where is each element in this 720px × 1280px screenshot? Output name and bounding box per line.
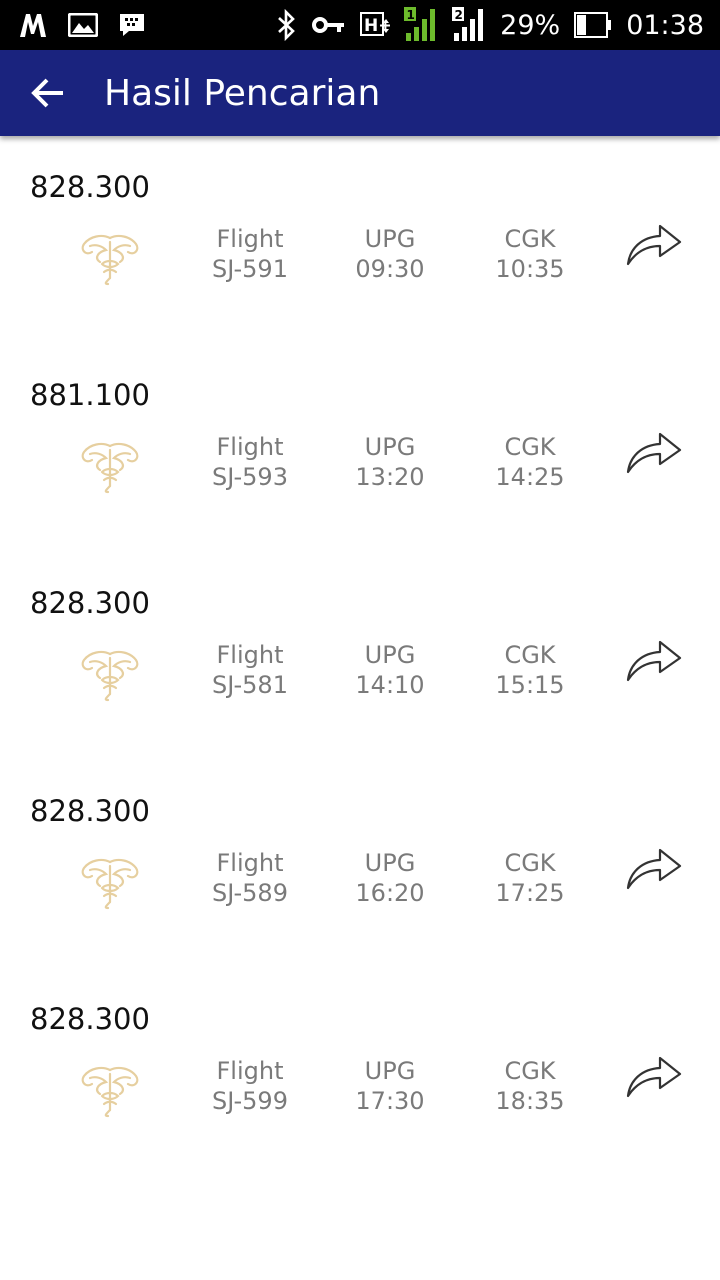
flight-row[interactable]: 828.300 Flight SJ-581 UPG 14:10 CGK 15:1… xyxy=(0,552,720,760)
arrow-left-icon xyxy=(31,78,63,108)
flight-price: 828.300 xyxy=(30,586,150,620)
flight-price: 881.100 xyxy=(30,378,150,412)
select-flight-button[interactable] xyxy=(624,844,684,892)
departure-time: 09:30 xyxy=(355,255,425,283)
airline-logo-icon xyxy=(81,442,139,494)
flight-price: 828.300 xyxy=(30,170,150,204)
flight-number-column: Flight SJ-581 xyxy=(180,640,320,700)
flight-code: SJ-589 xyxy=(212,879,288,907)
flight-row[interactable]: 828.300 Flight SJ-591 UPG 09:30 CGK 10:3… xyxy=(0,136,720,344)
airline-logo-icon xyxy=(81,858,139,910)
arrival-column: CGK 17:25 xyxy=(460,848,600,908)
departure-column: UPG 16:20 xyxy=(320,848,460,908)
origin-airport: UPG xyxy=(364,433,416,461)
flight-label: Flight xyxy=(216,641,284,669)
origin-airport: UPG xyxy=(364,641,416,669)
svg-text:2: 2 xyxy=(455,8,463,22)
departure-column: UPG 17:30 xyxy=(320,1056,460,1116)
svg-text:H+: H+ xyxy=(364,16,390,36)
vpn-key-icon xyxy=(312,15,346,35)
svg-text:1: 1 xyxy=(407,8,415,22)
origin-airport: UPG xyxy=(364,1057,416,1085)
destination-airport: CGK xyxy=(504,1057,556,1085)
origin-airport: UPG xyxy=(364,225,416,253)
arrival-column: CGK 18:35 xyxy=(460,1056,600,1116)
departure-column: UPG 14:10 xyxy=(320,640,460,700)
status-bar-left xyxy=(18,12,166,38)
bluetooth-icon xyxy=(276,9,298,41)
arrival-column: CGK 14:25 xyxy=(460,432,600,492)
departure-column: UPG 09:30 xyxy=(320,224,460,284)
signal-sim2-icon: 2 xyxy=(452,7,486,43)
flight-code: SJ-591 xyxy=(212,255,288,283)
status-bar-right: H+ 1 2 29% 01:38 xyxy=(262,7,704,43)
flight-number-column: Flight SJ-591 xyxy=(180,224,320,284)
flight-number-column: Flight SJ-589 xyxy=(180,848,320,908)
back-button[interactable] xyxy=(0,50,96,136)
m-app-icon xyxy=(18,12,48,38)
arrival-time: 18:35 xyxy=(495,1087,565,1115)
destination-airport: CGK xyxy=(504,225,556,253)
flight-label: Flight xyxy=(216,1057,284,1085)
bbm-icon xyxy=(118,12,146,38)
flight-number-column: Flight SJ-593 xyxy=(180,432,320,492)
gallery-icon xyxy=(68,13,98,37)
destination-airport: CGK xyxy=(504,641,556,669)
arrival-time: 10:35 xyxy=(495,255,565,283)
page-title: Hasil Pencarian xyxy=(104,72,381,114)
flight-label: Flight xyxy=(216,225,284,253)
app-bar: Hasil Pencarian xyxy=(0,50,720,136)
departure-time: 14:10 xyxy=(355,671,425,699)
share-forward-icon xyxy=(626,432,682,474)
airline-logo-icon xyxy=(81,234,139,286)
flight-row[interactable]: 881.100 Flight SJ-593 UPG 13:20 CGK 14:2… xyxy=(0,344,720,552)
flight-label: Flight xyxy=(216,433,284,461)
destination-airport: CGK xyxy=(504,849,556,877)
airline-logo-icon xyxy=(81,650,139,702)
arrival-time: 15:15 xyxy=(495,671,565,699)
departure-time: 16:20 xyxy=(355,879,425,907)
flight-code: SJ-581 xyxy=(212,671,288,699)
arrival-time: 17:25 xyxy=(495,879,565,907)
share-forward-icon xyxy=(626,640,682,682)
share-forward-icon xyxy=(626,224,682,266)
arrival-column: CGK 10:35 xyxy=(460,224,600,284)
destination-airport: CGK xyxy=(504,433,556,461)
flight-code: SJ-593 xyxy=(212,463,288,491)
departure-column: UPG 13:20 xyxy=(320,432,460,492)
flight-row[interactable]: 828.300 Flight SJ-599 UPG 17:30 CGK 18:3… xyxy=(0,968,720,1176)
network-hplus-icon: H+ xyxy=(360,9,390,41)
battery-percent: 29% xyxy=(500,9,561,41)
arrival-column: CGK 15:15 xyxy=(460,640,600,700)
flight-number-column: Flight SJ-599 xyxy=(180,1056,320,1116)
arrival-time: 14:25 xyxy=(495,463,565,491)
flight-price: 828.300 xyxy=(30,1002,150,1036)
select-flight-button[interactable] xyxy=(624,220,684,268)
flight-code: SJ-599 xyxy=(212,1087,288,1115)
flight-price: 828.300 xyxy=(30,794,150,828)
select-flight-button[interactable] xyxy=(624,636,684,684)
clock: 01:38 xyxy=(626,9,704,41)
origin-airport: UPG xyxy=(364,849,416,877)
status-bar: H+ 1 2 29% 01:38 xyxy=(0,0,720,50)
select-flight-button[interactable] xyxy=(624,1052,684,1100)
departure-time: 17:30 xyxy=(355,1087,425,1115)
flight-row[interactable]: 828.300 Flight SJ-589 UPG 16:20 CGK 17:2… xyxy=(0,760,720,968)
airline-logo-icon xyxy=(81,1066,139,1118)
select-flight-button[interactable] xyxy=(624,428,684,476)
share-forward-icon xyxy=(626,1056,682,1098)
flight-label: Flight xyxy=(216,849,284,877)
departure-time: 13:20 xyxy=(355,463,425,491)
flight-results-list: 828.300 Flight SJ-591 UPG 09:30 CGK 10:3… xyxy=(0,136,720,1176)
share-forward-icon xyxy=(626,848,682,890)
battery-icon xyxy=(574,12,612,38)
signal-sim1-icon: 1 xyxy=(404,7,438,43)
